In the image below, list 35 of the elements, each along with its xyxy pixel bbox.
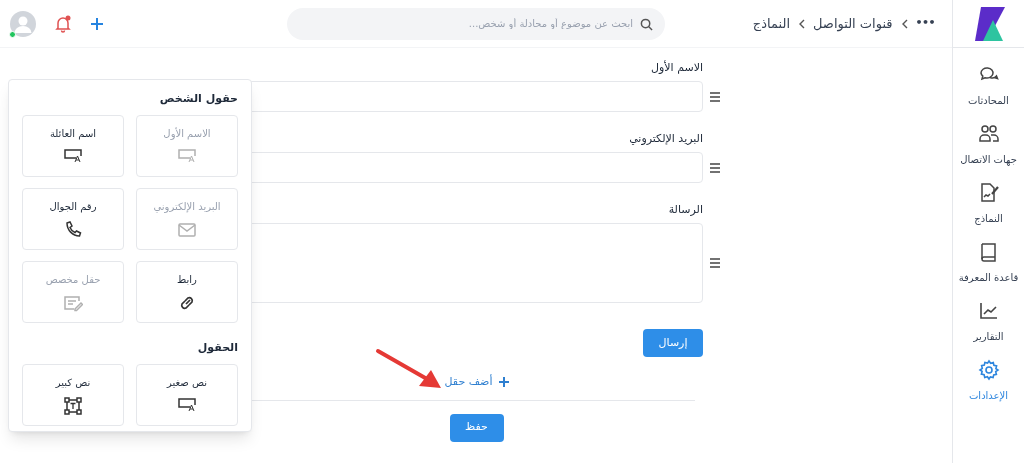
search-icon bbox=[640, 17, 653, 31]
field-label: الرسالة bbox=[668, 203, 703, 216]
arrow-annotation bbox=[375, 348, 443, 390]
gear-icon bbox=[977, 359, 1000, 381]
drag-handle-icon[interactable] bbox=[709, 162, 721, 173]
sidebar-item[interactable]: قاعدة المعرفة bbox=[958, 241, 1019, 285]
section-heading: الحقول bbox=[197, 341, 238, 354]
breadcrumb-link[interactable]: النماذج bbox=[752, 13, 790, 34]
add-field-link[interactable]: أضف حقل bbox=[444, 374, 509, 391]
chevron-icon bbox=[798, 18, 805, 29]
field-label: البريد الإلكتروني bbox=[629, 132, 703, 145]
phone-icon bbox=[63, 219, 83, 240]
drag-handle-icon[interactable] bbox=[709, 91, 721, 102]
sidebar-item[interactable]: التقارير bbox=[973, 300, 1004, 344]
field-label: الاسم الأول bbox=[651, 61, 703, 74]
sidebar-item[interactable]: المحادثات bbox=[968, 64, 1009, 108]
breadcrumb-link[interactable]: قنوات التواصل bbox=[813, 13, 893, 34]
field-type-card[interactable]: رقم الجوال bbox=[22, 188, 124, 250]
plus-icon[interactable] bbox=[90, 16, 104, 31]
drag-handle-icon[interactable] bbox=[709, 258, 721, 268]
plus-icon bbox=[498, 377, 509, 388]
sidebar-item[interactable]: جهات الاتصال bbox=[960, 123, 1017, 167]
bell-icon[interactable] bbox=[54, 14, 72, 33]
contacts-icon bbox=[977, 123, 1000, 145]
sidebar-item[interactable]: النماذج bbox=[974, 182, 1003, 226]
text-frame-icon bbox=[63, 395, 83, 416]
sidebar-item[interactable]: الإعدادات bbox=[968, 359, 1009, 403]
field-type-card[interactable]: رابط bbox=[136, 261, 238, 323]
more-link[interactable]: ••• bbox=[915, 15, 935, 32]
chevron-icon bbox=[900, 18, 908, 29]
field-type-card[interactable]: اسم العائلة bbox=[22, 115, 124, 177]
chart-icon bbox=[977, 300, 1000, 322]
field-type-card[interactable]: نص كبير bbox=[22, 364, 124, 426]
section-heading: حقول الشخص bbox=[159, 92, 238, 105]
field-type-card[interactable]: نص صغير bbox=[136, 364, 238, 426]
